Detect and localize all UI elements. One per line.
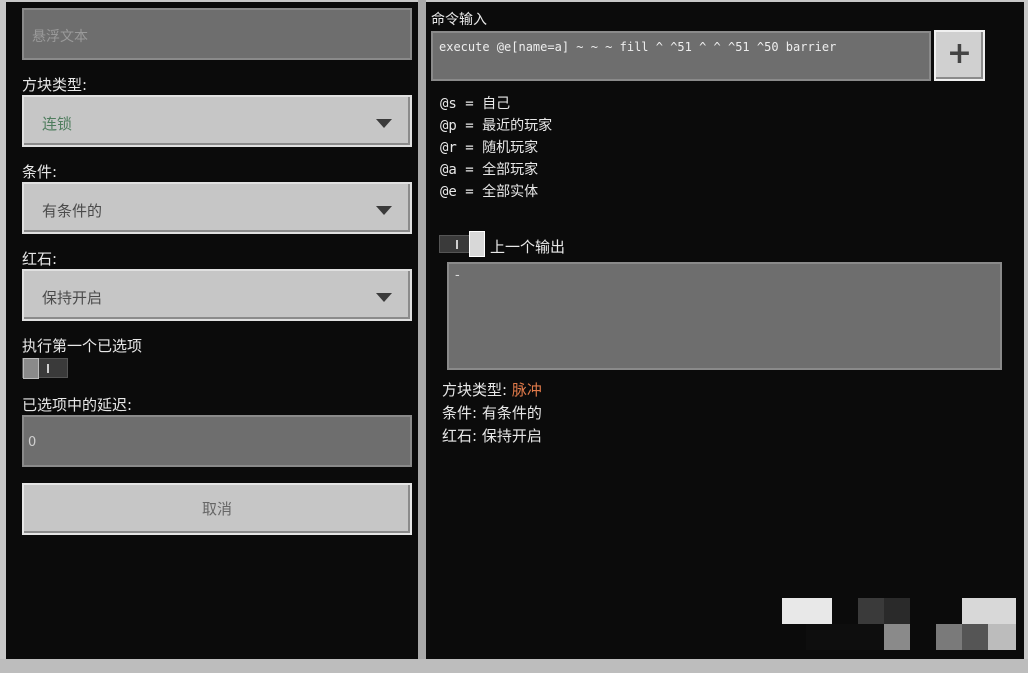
condition-dropdown[interactable]: 有条件的	[22, 182, 412, 234]
toggle-knob	[469, 231, 485, 257]
add-command-button[interactable]: +	[934, 30, 985, 81]
redstone-value: 保持开启	[42, 289, 103, 307]
summary-condition: 条件: 有条件的	[442, 402, 542, 423]
selector-code: @a	[440, 162, 457, 178]
toggle-knob	[23, 358, 39, 379]
selector-equals: =	[465, 140, 474, 156]
chevron-down-icon	[376, 119, 392, 128]
command-text: execute @e[name=a] ~ ~ ~ fill ^ ^51 ^ ^ …	[439, 40, 837, 54]
selector-legend-row: @s = 自己	[440, 93, 510, 113]
summary-condition-key: 条件:	[442, 404, 478, 422]
previous-output-text: -	[455, 268, 460, 283]
toggle-on-mark	[456, 240, 458, 249]
cancel-button[interactable]: 取消	[22, 483, 412, 535]
delay-value: 0	[28, 435, 37, 450]
block-type-dropdown[interactable]: 连锁	[22, 95, 412, 147]
redstone-dropdown[interactable]: 保持开启	[22, 269, 412, 321]
summary-condition-value: 有条件的	[481, 404, 542, 422]
selector-desc: 随机玩家	[482, 140, 539, 156]
selector-equals: =	[465, 162, 474, 178]
chevron-down-icon	[376, 206, 392, 215]
selector-desc: 全部玩家	[482, 162, 539, 178]
summary-redstone-key: 红石:	[442, 427, 478, 445]
selector-code: @p	[440, 118, 457, 134]
summary-redstone-value: 保持开启	[481, 427, 542, 445]
cancel-button-label: 取消	[201, 500, 232, 518]
condition-label: 条件:	[22, 163, 58, 181]
summary-block-type-value: 脉冲	[511, 381, 542, 399]
selector-equals: =	[465, 184, 474, 200]
execute-first-label: 执行第一个已选项	[22, 337, 143, 355]
selector-code: @e	[440, 184, 457, 200]
selector-code: @s	[440, 96, 457, 112]
block-type-value: 连锁	[42, 115, 73, 133]
delay-label: 已选项中的延迟:	[22, 396, 133, 414]
command-input-label: 命令输入	[431, 12, 487, 28]
previous-output-label: 上一个输出	[490, 238, 566, 256]
selector-code: @r	[440, 140, 457, 156]
panel-divider	[418, 0, 426, 660]
previous-output-toggle[interactable]	[439, 231, 485, 257]
summary-block-type: 方块类型: 脉冲	[442, 379, 542, 400]
redstone-label: 红石:	[22, 250, 58, 268]
toggle-off-mark	[47, 364, 49, 373]
hover-text-input[interactable]: 悬浮文本	[22, 8, 412, 60]
selector-desc: 全部实体	[482, 184, 539, 200]
execute-first-toggle[interactable]	[22, 358, 68, 379]
plus-icon: +	[946, 36, 973, 71]
chevron-down-icon	[376, 293, 392, 302]
delay-input[interactable]: 0	[22, 415, 412, 467]
selector-legend-row: @p = 最近的玩家	[440, 115, 552, 135]
summary-redstone: 红石: 保持开启	[442, 425, 542, 446]
previous-output-box: -	[447, 262, 1002, 370]
condition-value: 有条件的	[42, 202, 103, 220]
selector-desc: 最近的玩家	[482, 118, 553, 134]
hover-text-placeholder: 悬浮文本	[32, 29, 88, 45]
command-input[interactable]: execute @e[name=a] ~ ~ ~ fill ^ ^51 ^ ^ …	[431, 31, 931, 81]
bottom-border	[0, 659, 1028, 673]
selector-legend-row: @e = 全部实体	[440, 181, 538, 201]
selector-desc: 自己	[482, 96, 511, 112]
selector-equals: =	[465, 96, 474, 112]
selector-equals: =	[465, 118, 474, 134]
selector-legend-row: @r = 随机玩家	[440, 137, 538, 157]
summary-block-type-key: 方块类型:	[442, 381, 508, 399]
block-type-label: 方块类型:	[22, 76, 88, 94]
selector-legend-row: @a = 全部玩家	[440, 159, 538, 179]
